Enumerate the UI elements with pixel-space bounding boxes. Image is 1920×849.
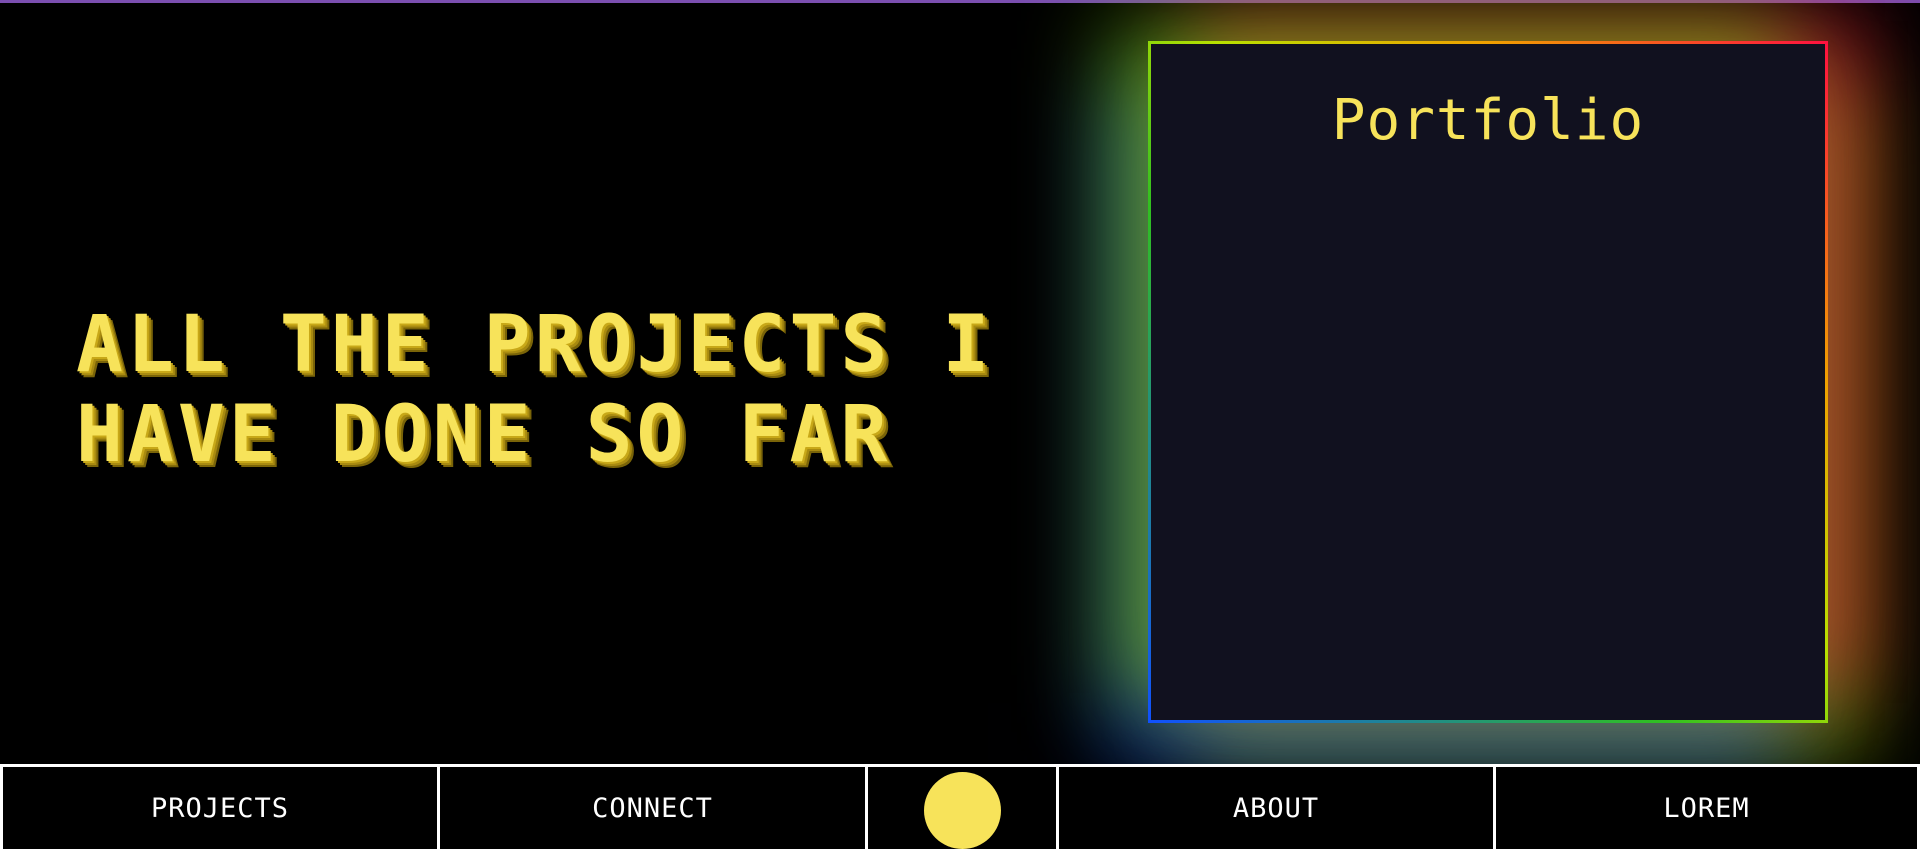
nav-item-home[interactable] bbox=[865, 767, 1056, 849]
nav-item-connect[interactable]: CONNECT bbox=[437, 767, 865, 849]
nav-item-label: CONNECT bbox=[592, 792, 713, 824]
portfolio-card-title: Portfolio bbox=[1331, 88, 1645, 153]
circle-logo-icon[interactable] bbox=[923, 771, 1001, 849]
portfolio-card-frame: Portfolio bbox=[1148, 41, 1828, 723]
page: ALL THE PROJECTS I HAVE DONE SO FAR Port… bbox=[0, 0, 1920, 849]
portfolio-card: Portfolio bbox=[1151, 44, 1825, 720]
nav-item-label: LOREM bbox=[1663, 792, 1750, 824]
bottom-nav: PROJECTS CONNECT ABOUT LOREM bbox=[0, 764, 1920, 849]
nav-item-lorem[interactable]: LOREM bbox=[1493, 767, 1920, 849]
nav-item-projects[interactable]: PROJECTS bbox=[0, 767, 437, 849]
hero-heading-line-2: HAVE DONE SO FAR bbox=[76, 390, 892, 480]
nav-item-label: PROJECTS bbox=[150, 792, 290, 824]
hero-heading: ALL THE PROJECTS I HAVE DONE SO FAR bbox=[76, 300, 1036, 480]
nav-item-label: ABOUT bbox=[1232, 792, 1320, 824]
top-divider bbox=[0, 0, 1920, 3]
hero-heading-line-1: ALL THE PROJECTS I bbox=[76, 300, 994, 390]
nav-item-about[interactable]: ABOUT bbox=[1056, 767, 1493, 849]
